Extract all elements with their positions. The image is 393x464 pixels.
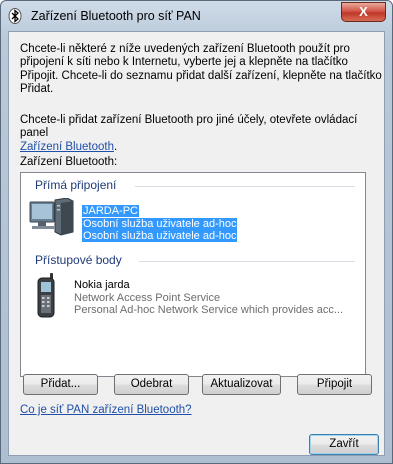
device-service: Personal Ad-hoc Network Service which pr… [74,304,344,316]
help-link[interactable]: Co je síť PAN zařízení Bluetooth? [20,404,192,417]
add-button[interactable]: Přidat... [23,374,98,395]
device-name: JARDA-PC [82,205,140,217]
close-icon: X [359,4,368,19]
connect-button[interactable]: Připojit [297,374,372,395]
other-line: Chcete-li přidat zařízení Bluetooth pro … [20,114,358,140]
bluetooth-devices-link[interactable]: Zařízení Bluetooth [20,141,114,153]
device-service: Osobní služba uživatele ad-hoc [82,217,238,230]
dialog-content: Chcete-li některé z níže uvedených zaříz… [8,31,385,456]
device-service: Osobní služba uživatele ad-hoc [82,230,238,242]
bluetooth-icon [8,8,22,24]
other-purposes-text: Chcete-li přidat zařízení Bluetooth pro … [20,114,384,154]
intro-line: Chcete-li některé z níže uvedených zaříz… [20,43,350,55]
intro-line: Připojit. Chcete-li do seznamu přidat da… [20,69,382,82]
group-direct-label: Přímá připojení [35,178,117,192]
device-list[interactable]: Přímá připojení JARDA-PC Osobní služba u… [20,172,366,377]
refresh-button[interactable]: Aktualizovat [202,374,281,395]
close-window-button[interactable]: X [341,2,386,22]
window-title: Zařízení Bluetooth pro síť PAN [31,9,201,23]
computer-icon [29,198,74,236]
devices-label: Zařízení Bluetooth: [20,156,118,168]
device-text: JARDA-PC Osobní služba uživatele ad-hoc … [82,205,238,243]
device-text: Nokia jarda Network Access Point Service… [74,279,343,317]
group-access-label: Přístupové body [35,253,122,267]
link-suffix: . [113,140,118,153]
phone-icon [37,273,55,318]
intro-line: připojení k síti nebo k Internetu, vyber… [20,56,348,69]
intro-line: Přidat. [20,82,54,95]
group-divider [139,261,355,262]
device-service: Network Access Point Service [74,291,221,304]
close-button[interactable]: Zavřít [309,434,379,455]
intro-text: Chcete-li některé z níže uvedených zaříz… [20,43,382,96]
device-name: Nokia jarda [74,279,130,291]
group-divider [135,186,355,187]
remove-button[interactable]: Odebrat [114,374,189,395]
dialog-window: Zařízení Bluetooth pro síť PAN X Chcete-… [0,0,393,464]
title-bar[interactable]: Zařízení Bluetooth pro síť PAN X [1,1,392,31]
